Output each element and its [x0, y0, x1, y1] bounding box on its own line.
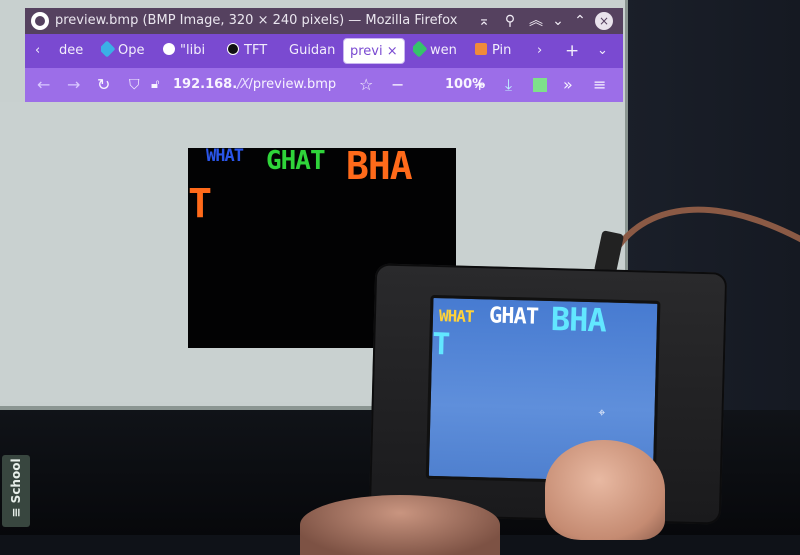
tab-label: dee [59, 43, 84, 58]
close-window-button[interactable]: × [595, 12, 613, 30]
reload-button[interactable]: ↻ [97, 68, 110, 102]
download-icon[interactable]: ⤓ [505, 68, 512, 102]
tab-label: "libi [180, 43, 206, 58]
side-panel-label: ≡ School [9, 452, 23, 524]
bmp-word-t: T [188, 181, 212, 227]
bmp-word-ghat: GHAT [266, 146, 326, 176]
bookmark-star-icon[interactable]: ☆ [359, 68, 373, 102]
address-bar[interactable]: 192.168./X/preview.bmp [173, 68, 336, 102]
tab-guidan[interactable]: Guidan [289, 38, 341, 64]
tab-list-icon[interactable]: ⌄ [597, 38, 608, 64]
url-path: /preview.bmp [248, 77, 337, 92]
bookmark-site-icon [475, 43, 487, 55]
maximize-icon[interactable]: ⌃ [569, 8, 591, 34]
url-redaction: /X [237, 77, 249, 92]
tab-dee[interactable]: dee [59, 38, 83, 64]
crosshair-cursor-icon: ⌖ [598, 405, 606, 420]
tab-libi[interactable]: "libi [163, 38, 213, 64]
pin-icon[interactable]: ⚲ [499, 8, 521, 34]
photo-scene: preview.bmp (BMP Image, 320 × 240 pixels… [0, 0, 800, 555]
tab-pin[interactable]: Pin [475, 38, 525, 64]
tab-label: Guidan [289, 43, 336, 58]
tab-label: previ [350, 44, 383, 59]
openai-icon [101, 40, 116, 58]
bmp-word-bha: BHA [346, 144, 413, 188]
hamburger-menu-icon[interactable]: ≡ [593, 68, 606, 102]
tab-label: wen [430, 43, 457, 58]
tab-preview-active[interactable]: previ × [343, 38, 405, 64]
lock-icon[interactable]: 🔓︎ [151, 68, 159, 102]
firefox-icon [31, 12, 49, 30]
zoom-in-button[interactable]: + [473, 68, 486, 102]
menu-lines-icon: ≡ [9, 507, 23, 518]
move-icon[interactable]: ⌅ [473, 8, 495, 34]
shield-icon[interactable]: ⛉ [129, 68, 140, 102]
back-button[interactable]: ← [37, 68, 50, 102]
zoom-out-button[interactable]: − [391, 68, 404, 102]
url-host: 192.168. [173, 77, 238, 92]
fingers [300, 495, 500, 555]
bmp-word-what: WHAT [206, 146, 244, 166]
close-tab-icon[interactable]: × [387, 44, 398, 59]
device-word-what: WHAT [438, 306, 474, 327]
school-label-text: School [9, 458, 23, 504]
github-icon [227, 43, 239, 55]
forward-button[interactable]: → [67, 68, 80, 102]
browser-titlebar: preview.bmp (BMP Image, 320 × 240 pixels… [25, 8, 623, 34]
overflow-menu-icon[interactable]: » [563, 68, 573, 102]
thumb [545, 440, 665, 540]
navigation-bar: ← → ↻ ⛉ 🔓︎ 192.168./X/preview.bmp ☆ − 10… [25, 68, 623, 102]
tab-wen[interactable]: wen [413, 38, 463, 64]
tab-label: Ope [118, 43, 145, 58]
tab-label: Pin [492, 43, 512, 58]
minimize-icon[interactable]: ⌄ [547, 8, 569, 34]
gem-icon [413, 40, 428, 58]
tab-tft[interactable]: TFT [227, 38, 277, 64]
page-icon [163, 43, 175, 55]
tab-ope[interactable]: Ope [101, 38, 151, 64]
device-word-ghat: GHAT [488, 303, 539, 330]
tabs-scroll-left-icon[interactable]: ‹ [35, 38, 40, 64]
extension-icon[interactable] [533, 78, 547, 92]
device-word-bha: BHA [550, 300, 607, 340]
side-panel-tab[interactable]: ≡ School [2, 455, 30, 527]
tab-label: TFT [244, 43, 268, 58]
tabs-scroll-right-icon[interactable]: › [537, 38, 542, 64]
new-tab-button[interactable]: + [565, 38, 579, 64]
window-title: preview.bmp (BMP Image, 320 × 240 pixels… [55, 13, 458, 28]
tab-bar: ‹ dee Ope "libi TFT Guidan previ × wen P… [25, 34, 623, 68]
device-word-t: T [431, 326, 450, 363]
shade-icon[interactable]: ︽ [525, 8, 547, 34]
